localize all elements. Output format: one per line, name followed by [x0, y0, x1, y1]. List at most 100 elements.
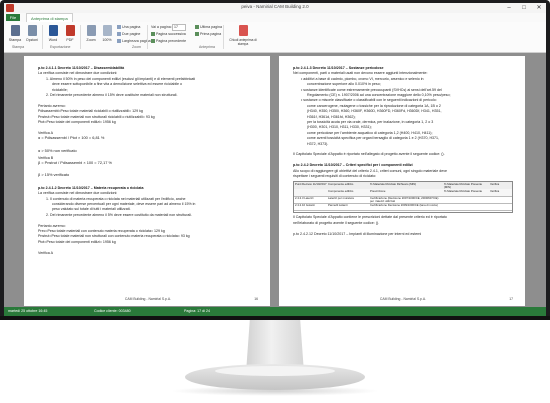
pdf-label: PDF: [66, 38, 74, 42]
text-line: La verifica consiste nel dimostrare due …: [38, 191, 118, 196]
table-cell: Certificazione Decisione 2009/1000/CE (l…: [370, 204, 438, 208]
printer-icon: [10, 25, 20, 36]
close-preview-label: Chiudi anteprima di stampa: [229, 38, 257, 46]
table-cell: Punti Decreto 11/10/2017: [295, 183, 327, 187]
text-line: β > 15% verificato: [38, 173, 70, 178]
text-line: Regolamento (CE) n. 1907/2006 ad una con…: [307, 93, 451, 97]
text-line: Prec=Peso totale materiali con contenuto…: [38, 229, 165, 233]
first-page-button[interactable]: Prima pagina: [195, 31, 221, 37]
table-cell: Componente edilizio: [328, 190, 354, 194]
text-line: 1. Almeno il 50% in peso dei componenti …: [46, 76, 196, 81]
word-label: Word: [48, 38, 58, 42]
text-line: riciclabile;: [52, 87, 68, 92]
section-heading: p.to 2.4.1.1 Decreto 11/10/2017 – Disass…: [38, 66, 125, 70]
table-cell: Pannelli isolanti: [328, 204, 348, 208]
status-bar: martedì 25 ottobre 16:45 Codice cliente:…: [4, 307, 546, 316]
document-preview-area[interactable]: p.to 2.4.1.1 Decreto 11/10/2017 – Disass…: [4, 53, 546, 307]
page-width-button[interactable]: Larghezza pagina: [117, 38, 151, 44]
table-cell: Prescrizione: [370, 190, 386, 194]
first-page-icon: [195, 32, 199, 37]
table-cell: % Materiale Riciclato Presente: [444, 190, 483, 194]
zoom-100-icon: [102, 25, 112, 36]
text-line: deve essere sottoponibile a fine vita a …: [52, 82, 183, 87]
next-page-label: Pagina successiva: [156, 32, 186, 36]
export-word-button[interactable]: Word: [46, 25, 60, 42]
magnifier-icon: [86, 25, 96, 36]
two-pages-button[interactable]: Due pagine: [117, 31, 140, 37]
text-line: [38, 168, 258, 172]
app-window: peiva - Namirial CAM Building 2.0 – □ ✕ …: [4, 3, 546, 316]
page-number: 16: [254, 297, 258, 301]
text-line: [293, 158, 513, 162]
text-line: Pertanto avremo:: [38, 223, 66, 228]
text-line: β = Pnstrut / Pdisassembl × 100 = 72,17 …: [38, 161, 112, 165]
text-line: [38, 245, 258, 249]
next-page-button[interactable]: Pagina successiva: [151, 31, 186, 37]
zoom-100-label: 100%: [102, 38, 112, 42]
section-heading: p.to 2.4.1.2 Decreto 11/10/2017 – Materi…: [38, 185, 144, 190]
text-line: rispettare i seguenti requisiti di conte…: [293, 174, 377, 178]
goto-page-input[interactable]: 17: [172, 24, 186, 31]
text-line: [38, 180, 258, 184]
zoom-100-button[interactable]: 100%: [100, 25, 114, 42]
status-page-indicator: Pagina: 17 di 24: [184, 309, 210, 313]
text-line: per la tossicità acuta per via orale, de…: [307, 120, 434, 124]
text-line: concentrazione superiore allo 0.010% in …: [307, 82, 381, 87]
last-page-icon: [195, 25, 199, 30]
two-pages-label: Due pagine: [122, 32, 141, 36]
close-window-button[interactable]: ✕: [532, 3, 546, 13]
options-button[interactable]: Opzioni: [25, 25, 39, 42]
group-label-preview: Anteprima: [199, 45, 215, 49]
tab-file[interactable]: File: [6, 14, 20, 21]
export-pdf-button[interactable]: PDF: [63, 25, 77, 42]
table-cell: Componente edilizio: [328, 183, 354, 187]
text-line: [293, 147, 513, 151]
text-line: Pertanto avremo:: [38, 103, 66, 108]
table-row: 2.4.2.10 Isolanti Pannelli isolanti Certif…: [294, 203, 512, 212]
text-line: La verifica consiste nel dimostrare due …: [38, 71, 118, 76]
page-width-icon: [117, 39, 121, 44]
text-line: [38, 125, 258, 129]
text-line: Ptot=Peso totale dei componenti edilizi=…: [38, 120, 116, 124]
group-label-export: Esportazione: [50, 45, 71, 49]
arrow-right-icon: [151, 32, 155, 37]
text-line: [38, 218, 258, 222]
text-line: nell'elaborato di progetto avente il seg…: [293, 220, 380, 225]
text-line: (H340, H350, H350i, H360, H360F, H360D, …: [307, 109, 442, 114]
word-icon: [48, 25, 58, 36]
maximize-button[interactable]: □: [517, 3, 531, 13]
text-line: Il Capitolato Speciale d'Appalto contien…: [293, 215, 447, 220]
text-line: H361f, H361d, H361fd, H362);: [307, 114, 356, 119]
zoom-button[interactable]: Zoom: [84, 25, 98, 42]
text-line: Pdisassembl=Peso totale materiali ricicl…: [38, 109, 143, 114]
text-line: Verifica B: [38, 155, 54, 160]
group-label-zoom: Zoom: [132, 45, 141, 49]
text-line: come aventi tossicità specifica per orga…: [307, 136, 440, 141]
window-title: peiva - Namirial CAM Building 2.0: [241, 4, 309, 9]
monitor-stand-neck: [246, 320, 304, 370]
close-preview-button[interactable]: Chiudi anteprima di stampa: [228, 25, 258, 46]
text-line: Nei componenti, parti o materiali usati …: [293, 71, 428, 76]
preview-page-right: p.to 2.4.1.3 Decreto 11/10/2017 – Sostan…: [279, 56, 525, 306]
page-footer: CAM Building - Namirial S.p.A. 17: [293, 297, 513, 302]
one-page-button[interactable]: Una pagina: [117, 24, 140, 30]
text-line: Il Capitolato Speciale d'Appalto è ripor…: [293, 152, 445, 157]
status-datetime: martedì 25 ottobre 16:45: [8, 309, 48, 313]
previous-page-label: Pagina precedente: [156, 39, 187, 43]
options-label: Opzioni: [25, 38, 39, 42]
last-page-button[interactable]: Ultima pagina: [195, 24, 222, 30]
print-button[interactable]: Stampa: [8, 25, 22, 42]
text-line: Pnstrut=Peso totale materiali non strutt…: [38, 234, 190, 239]
footer-company: CAM Building - Namirial S.p.A.: [124, 297, 172, 301]
previous-page-button[interactable]: Pagina precedente: [151, 38, 186, 44]
preview-page-left: p.to 2.4.1.1 Decreto 11/10/2017 – Disass…: [24, 56, 270, 306]
text-line: peso valutato sul totale di tutti i mate…: [52, 207, 131, 212]
group-separator: [147, 25, 148, 49]
text-line: Verifica A: [38, 250, 53, 255]
group-separator: [42, 25, 43, 49]
text-line: Allo scopo di raggiungere gli obiettivi …: [293, 168, 448, 173]
status-client-code: Codice cliente: 003480: [94, 309, 131, 313]
goto-page-label: Vai a pagina:: [151, 25, 172, 29]
minimize-button[interactable]: –: [502, 3, 516, 13]
text-line: come pericolose per l'ambiente acquatico…: [307, 130, 433, 135]
